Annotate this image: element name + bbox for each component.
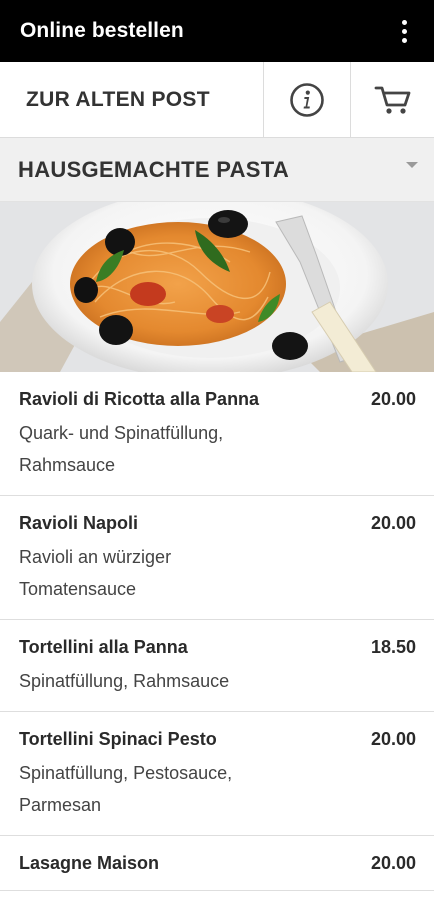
info-icon <box>290 82 324 117</box>
menu-item-price: 18.50 <box>370 637 416 657</box>
menu-item-header: Tortellini Spinaci Pesto 20.00 <box>19 726 416 752</box>
description-line: Parmesan <box>19 795 102 815</box>
menu-item-list: Ravioli di Ricotta alla Panna 20.00 Quark-… <box>0 372 434 891</box>
cart-button[interactable] <box>350 62 434 137</box>
dropdown-caret-icon <box>406 161 418 168</box>
info-button[interactable] <box>264 62 350 137</box>
description-line: Rahmsauce <box>19 455 116 475</box>
menu-item-name: Lasagne Maison <box>19 853 160 873</box>
menu-item-name: Tortellini Spinaci Pesto <box>19 729 217 749</box>
cart-icon <box>374 86 410 114</box>
pasta-dish-image <box>0 202 434 372</box>
menu-item[interactable]: Tortellini Spinaci Pesto 20.00 Spinatfüllu… <box>0 712 434 836</box>
menu-item-price: 20.00 <box>370 729 416 749</box>
menu-item-price: 20.00 <box>370 513 416 533</box>
restaurant-toolbar: ZUR ALTEN POST <box>0 62 434 138</box>
menu-item-header: Ravioli Napoli 20.00 <box>19 510 416 536</box>
menu-item-description: Quark- und Spinatfüllung, Rahmsauce <box>19 417 319 481</box>
app-title: Online bestellen <box>20 19 184 42</box>
category-hero-image <box>0 202 434 372</box>
menu-item-name: Ravioli di Ricotta alla Panna <box>19 389 260 409</box>
menu-item-header: Ravioli di Ricotta alla Panna 20.00 <box>19 386 416 412</box>
more-vert-icon[interactable] <box>392 16 416 46</box>
menu-item-name: Ravioli Napoli <box>19 513 139 533</box>
menu-item[interactable]: Ravioli Napoli 20.00 Ravioli an würziger To… <box>0 496 434 620</box>
description-line: Tomatensauce <box>19 579 137 599</box>
menu-item[interactable]: Tortellini alla Panna 18.50 Spinatfüllung,… <box>0 620 434 712</box>
description-line: Ravioli an würziger <box>19 547 172 567</box>
menu-item-price: 20.00 <box>370 389 416 409</box>
app-bar: Online bestellen <box>0 0 434 62</box>
menu-item-description: Spinatfüllung, Rahmsauce <box>19 665 319 697</box>
menu-item-header: Tortellini alla Panna 18.50 <box>19 634 416 660</box>
menu-item[interactable]: Ravioli di Ricotta alla Panna 20.00 Quark-… <box>0 372 434 496</box>
menu-item-description: Spinatfüllung, Pestosauce, Parmesan <box>19 757 319 821</box>
description-line: Quark- und Spinatfüllung, <box>19 423 224 443</box>
description-line: Spinatfüllung, Rahmsauce <box>19 671 230 691</box>
menu-item-price: 20.00 <box>370 853 416 873</box>
category-title: HAUSGEMACHTE PASTA <box>18 156 290 182</box>
description-line: Spinatfüllung, Pestosauce, <box>19 763 233 783</box>
restaurant-name[interactable]: ZUR ALTEN POST <box>0 62 264 137</box>
menu-item[interactable]: Lasagne Maison 20.00 <box>0 836 434 891</box>
menu-item-header: Lasagne Maison 20.00 <box>19 850 416 876</box>
category-dropdown[interactable]: HAUSGEMACHTE PASTA <box>0 138 434 202</box>
menu-item-description: Ravioli an würziger Tomatensauce <box>19 541 319 605</box>
menu-item-name: Tortellini alla Panna <box>19 637 188 657</box>
